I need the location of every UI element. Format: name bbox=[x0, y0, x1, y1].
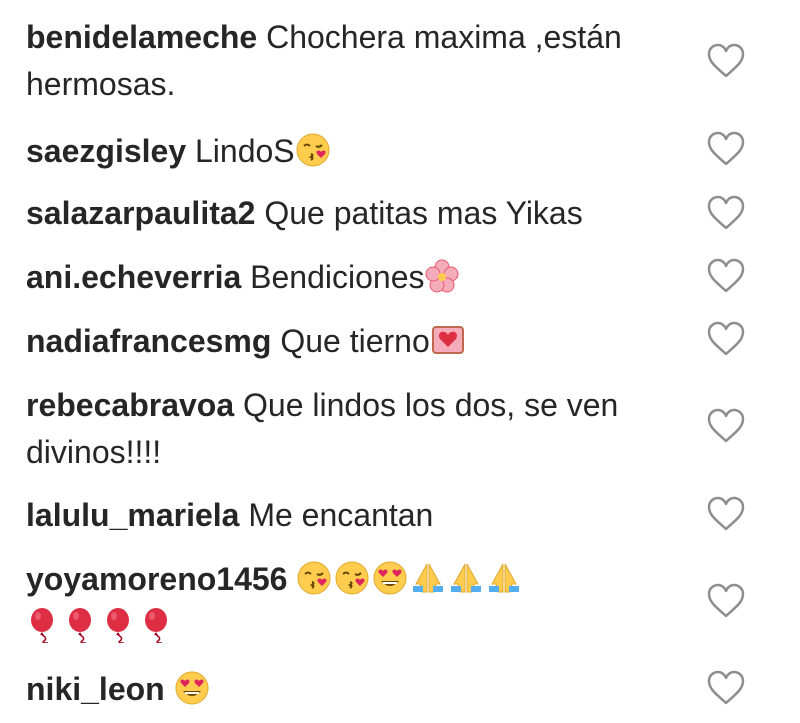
heart-eyes-face-icon bbox=[174, 670, 210, 706]
comment-username[interactable]: lalulu_mariela bbox=[26, 497, 239, 533]
comment-text: LindoS bbox=[195, 133, 295, 169]
comment-item: ani.echeverria Bendiciones bbox=[26, 254, 686, 301]
comment-item: lalulu_mariela Me encantan bbox=[26, 492, 686, 539]
heart-box-icon bbox=[430, 322, 466, 358]
balloon-icon bbox=[26, 607, 62, 643]
comment-username[interactable]: nadiafrancesmg bbox=[26, 323, 271, 359]
comment-item: nadiafrancesmg Que tierno bbox=[26, 318, 686, 365]
balloon-icon bbox=[64, 607, 100, 643]
folded-hands-icon bbox=[486, 560, 522, 596]
comment-username[interactable]: rebecabravoa bbox=[26, 387, 234, 423]
comment-item: benidelameche Chochera maxima ,están her… bbox=[26, 14, 686, 108]
comment-item: saezgisley LindoS bbox=[26, 128, 686, 175]
comment-text: Me encantan bbox=[248, 497, 434, 533]
comment-username[interactable]: salazarpaulita2 bbox=[26, 195, 255, 231]
comment-item: niki_leon bbox=[26, 666, 686, 713]
kissing-face-icon bbox=[296, 560, 332, 596]
comment-item: salazarpaulita2 Que patitas mas Yikas bbox=[26, 190, 686, 237]
like-heart-icon[interactable] bbox=[706, 321, 746, 357]
like-heart-icon[interactable] bbox=[706, 195, 746, 231]
like-heart-icon[interactable] bbox=[706, 43, 746, 79]
balloon-icon bbox=[102, 607, 138, 643]
comment-item: rebecabravoa Que lindos los dos, se ven … bbox=[26, 382, 686, 476]
comment-username[interactable]: ani.echeverria bbox=[26, 259, 241, 295]
comment-item: yoyamoreno1456 bbox=[26, 556, 686, 650]
comment-text: Que tierno bbox=[280, 323, 430, 359]
balloon-icon bbox=[140, 607, 176, 643]
comment-username[interactable]: yoyamoreno1456 bbox=[26, 561, 287, 597]
like-heart-icon[interactable] bbox=[706, 258, 746, 294]
kissing-face-icon bbox=[295, 132, 331, 168]
like-heart-icon[interactable] bbox=[706, 131, 746, 167]
like-heart-icon[interactable] bbox=[706, 670, 746, 706]
comment-username[interactable]: benidelameche bbox=[26, 19, 257, 55]
comment-username[interactable]: niki_leon bbox=[26, 671, 165, 707]
like-heart-icon[interactable] bbox=[706, 408, 746, 444]
comment-text: Bendiciones bbox=[250, 259, 425, 295]
heart-eyes-face-icon bbox=[372, 560, 408, 596]
folded-hands-icon bbox=[410, 560, 446, 596]
like-heart-icon[interactable] bbox=[706, 583, 746, 619]
cherry-blossom-icon bbox=[424, 258, 460, 294]
like-heart-icon[interactable] bbox=[706, 496, 746, 532]
comment-username[interactable]: saezgisley bbox=[26, 133, 186, 169]
comment-text: Que patitas mas Yikas bbox=[264, 195, 583, 231]
kissing-face-icon bbox=[334, 560, 370, 596]
folded-hands-icon bbox=[448, 560, 484, 596]
